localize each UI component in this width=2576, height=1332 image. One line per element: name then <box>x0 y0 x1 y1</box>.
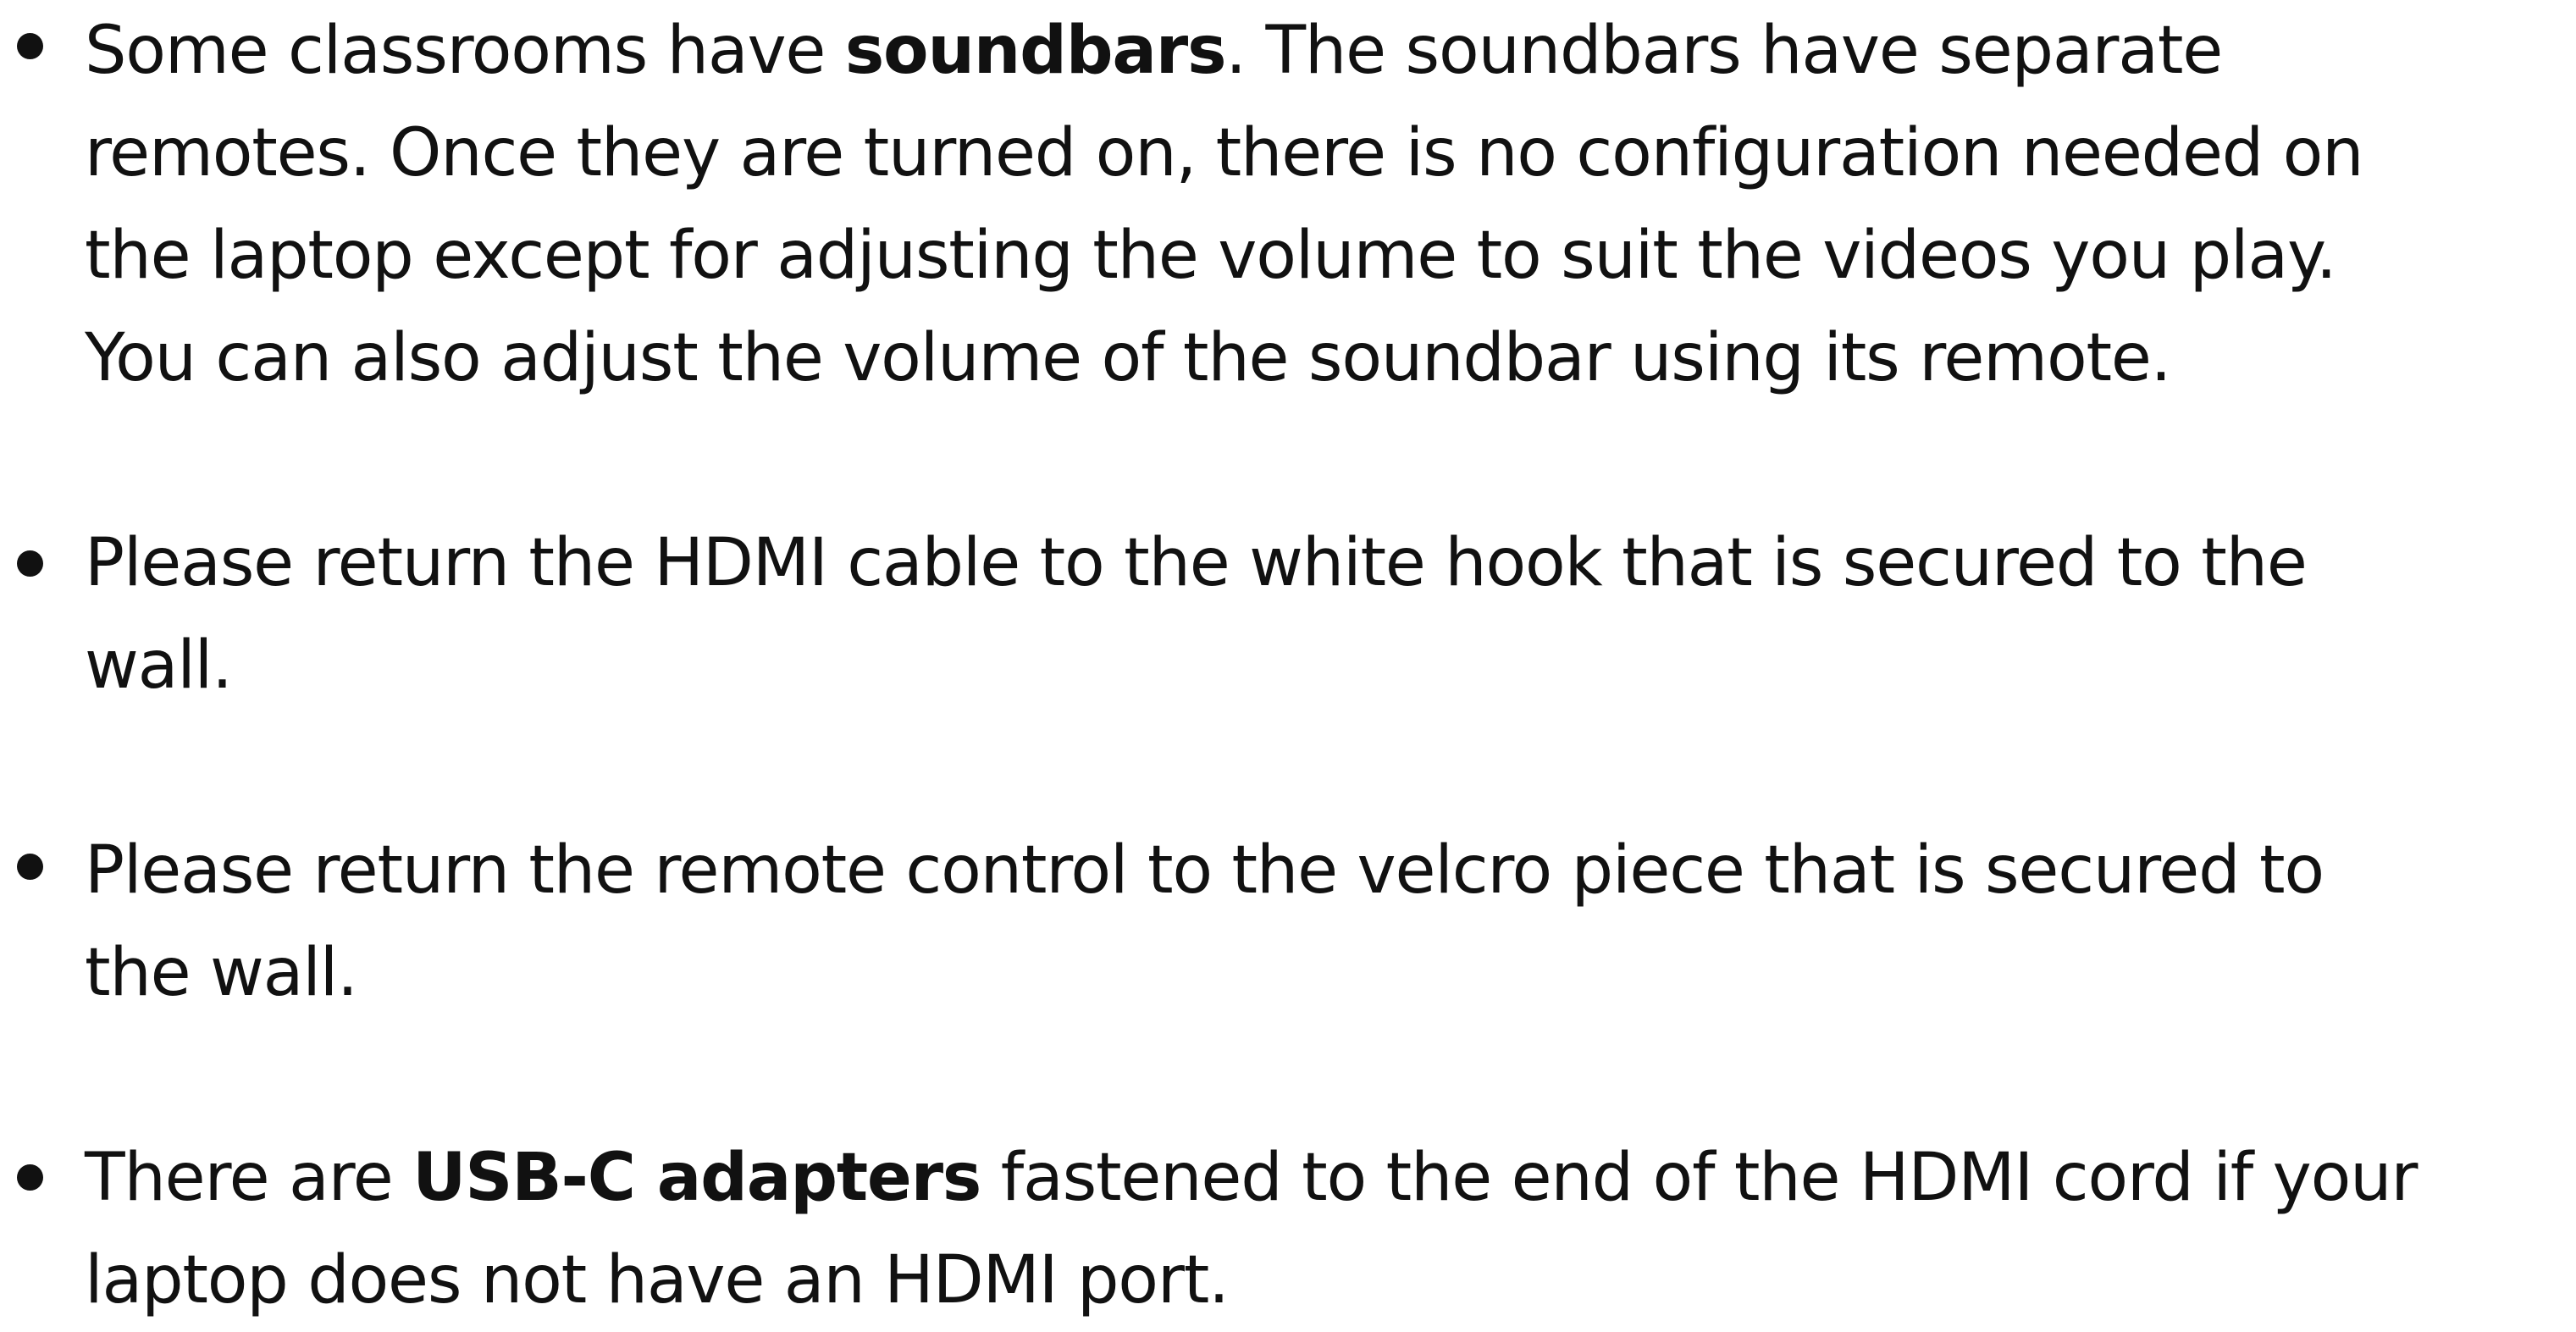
bullet-text: Some classrooms have soundbars. The soun… <box>85 0 2569 410</box>
bullet-dot-icon <box>17 33 43 59</box>
text-line: the laptop except for adjusting the volu… <box>85 218 2337 294</box>
bold-term: USB-C adapters <box>412 1140 981 1216</box>
bold-term: soundbars <box>844 13 1227 89</box>
bullet-text: Please return the HDMI cable to the whit… <box>85 512 2569 717</box>
bullet-item-remote-control: Please return the remote control to the … <box>0 820 2576 1025</box>
bullet-dot-icon <box>17 550 43 577</box>
text-segment: fastened to the end of the HDMI cord if … <box>981 1140 2418 1216</box>
text-line: There are USB-C adapters fastened to the… <box>85 1127 2569 1230</box>
bullet-item-hdmi-cable: Please return the HDMI cable to the whit… <box>0 512 2576 717</box>
text-segment: . The soundbars have separate <box>1225 13 2223 89</box>
bullet-text: Please return the remote control to the … <box>85 820 2569 1025</box>
text-line: Some classrooms have soundbars. The soun… <box>85 0 2569 102</box>
text-line: You can also adjust the volume of the so… <box>85 320 2171 396</box>
text-line: laptop does not have an HDMI port. <box>85 1242 1230 1318</box>
text-line: remotes. Once they are turned on, there … <box>85 115 2364 191</box>
bullet-item-usb-c-adapters: There are USB-C adapters fastened to the… <box>0 1127 2576 1318</box>
text-line: Please return the remote control to the … <box>85 832 2324 909</box>
bullet-text: There are USB-C adapters fastened to the… <box>85 1127 2569 1332</box>
bullet-dot-icon <box>17 1164 43 1191</box>
text-line: wall. <box>85 627 233 704</box>
text-segment: Some classrooms have <box>85 13 845 89</box>
bullet-item-soundbars: Some classrooms have soundbars. The soun… <box>0 0 2576 410</box>
bullet-dot-icon <box>17 854 43 880</box>
text-line: Please return the HDMI cable to the whit… <box>85 525 2308 601</box>
text-line: the wall. <box>85 935 358 1011</box>
text-segment: There are <box>85 1140 413 1216</box>
